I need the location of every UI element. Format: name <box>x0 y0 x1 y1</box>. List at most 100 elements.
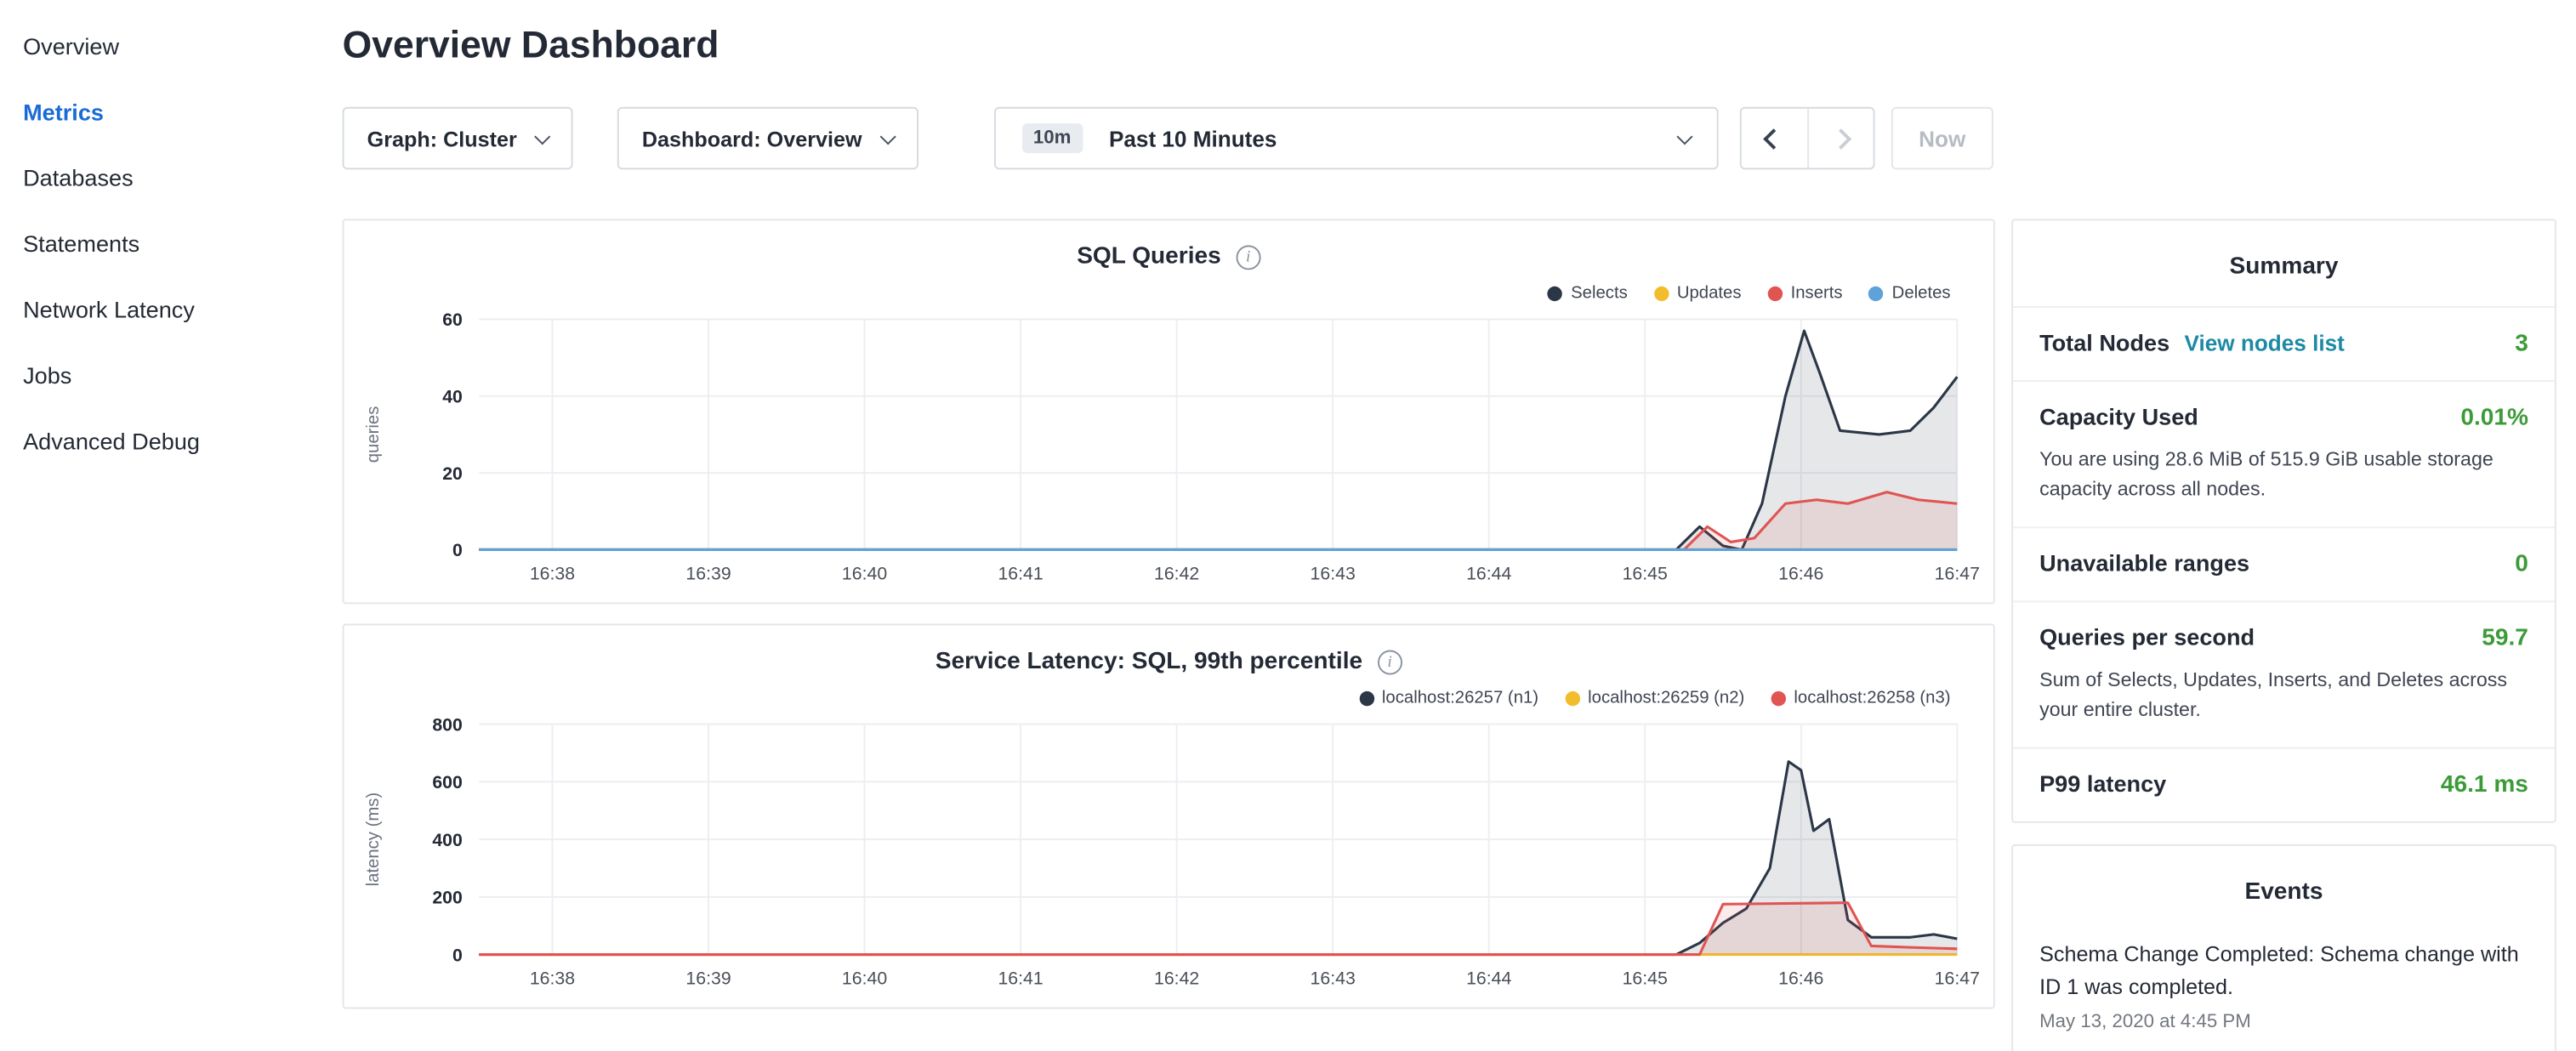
unavailable-ranges-label: Unavailable ranges <box>2039 549 2249 576</box>
summary-row-queries-per-second: Queries per second 59.7 Sum of Selects, … <box>2013 600 2555 747</box>
legend-item[interactable]: localhost:26259 (n2) <box>1565 688 1744 707</box>
event-text: Schema Change Completed: Schema change w… <box>2039 938 2528 1004</box>
legend-dot <box>1771 690 1785 705</box>
summary-row-unavailable-ranges: Unavailable ranges 0 <box>2013 526 2555 600</box>
sql-queries-chart-panel: SQL Queries i SelectsUpdatesInsertsDelet… <box>343 219 1995 604</box>
charts-column: SQL Queries i SelectsUpdatesInsertsDelet… <box>343 219 1995 1008</box>
queries-per-second-description: Sum of Selects, Updates, Inserts, and De… <box>2039 665 2528 724</box>
svg-text:16:41: 16:41 <box>998 968 1043 988</box>
view-nodes-list-link[interactable]: View nodes list <box>2185 331 2345 355</box>
legend-label: Deletes <box>1892 283 1951 303</box>
sidebar-item-overview[interactable]: Overview <box>0 13 316 78</box>
svg-text:16:44: 16:44 <box>1466 968 1511 988</box>
chart-title: Service Latency: SQL, 99th percentile <box>935 649 1362 675</box>
legend-label: Updates <box>1677 283 1742 303</box>
svg-text:16:47: 16:47 <box>1935 968 1980 988</box>
legend-item[interactable]: Deletes <box>1869 283 1951 303</box>
legend-label: localhost:26257 (n1) <box>1382 688 1538 707</box>
event-timestamp: May 13, 2020 at 4:45 PM <box>2039 1013 2528 1032</box>
time-window-dropdown[interactable]: 10m Past 10 Minutes <box>993 107 1718 170</box>
svg-text:60: 60 <box>442 310 463 330</box>
sidebar-item-databases[interactable]: Databases <box>0 145 316 210</box>
svg-text:16:44: 16:44 <box>1466 563 1511 583</box>
legend-item[interactable]: Selects <box>1548 283 1628 303</box>
service-latency-chart-panel: Service Latency: SQL, 99th percentile i … <box>343 624 1995 1009</box>
svg-text:200: 200 <box>432 888 463 908</box>
sql-queries-chart[interactable]: 020406016:3816:3916:4016:4116:4216:4316:… <box>357 303 1980 599</box>
summary-row-capacity-used: Capacity Used 0.01% You are using 28.6 M… <box>2013 380 2555 526</box>
legend-dot <box>1654 286 1669 300</box>
svg-text:16:38: 16:38 <box>530 563 575 583</box>
controls-bar: Graph: Cluster Dashboard: Overview 10m P… <box>343 107 1995 170</box>
event-item[interactable]: Schema Change Completed: Schema change w… <box>2013 931 2555 1051</box>
now-button[interactable]: Now <box>1891 107 1993 170</box>
legend-dot <box>1548 286 1562 300</box>
events-panel: Events Schema Change Completed: Schema c… <box>2011 844 2556 1051</box>
app-root: Overview Metrics Databases Statements Ne… <box>0 0 2576 1051</box>
right-column: Summary Total Nodes View nodes list 3 Ca… <box>2011 219 2556 1051</box>
summary-row-total-nodes: Total Nodes View nodes list 3 <box>2013 306 2555 380</box>
time-step-buttons <box>1739 107 1874 170</box>
svg-text:16:45: 16:45 <box>1623 563 1668 583</box>
time-step-forward-button[interactable] <box>1807 109 1873 168</box>
chevron-down-icon <box>1676 128 1692 144</box>
capacity-used-description: You are using 28.6 MiB of 515.9 GiB usab… <box>2039 445 2528 504</box>
svg-text:600: 600 <box>432 772 463 793</box>
svg-text:16:47: 16:47 <box>1935 563 1980 583</box>
svg-text:16:46: 16:46 <box>1778 968 1823 988</box>
svg-text:16:40: 16:40 <box>842 968 887 988</box>
legend-label: localhost:26259 (n2) <box>1588 688 1744 707</box>
svg-text:16:39: 16:39 <box>685 968 731 988</box>
legend-item[interactable]: localhost:26258 (n3) <box>1771 688 1950 707</box>
chart-legend: localhost:26257 (n1) localhost:26259 (n2)… <box>357 688 1951 707</box>
capacity-used-value: 0.01% <box>2460 405 2528 431</box>
chevron-right-icon <box>1830 128 1851 149</box>
sidebar-item-network-latency[interactable]: Network Latency <box>0 276 316 342</box>
graph-selector-dropdown[interactable]: Graph: Cluster <box>343 107 573 170</box>
svg-text:40: 40 <box>442 387 463 407</box>
page-title: Overview Dashboard <box>343 23 1995 67</box>
dashboard-selector-dropdown[interactable]: Dashboard: Overview <box>617 107 918 170</box>
summary-row-p99-latency: P99 latency 46.1 ms <box>2013 747 2555 821</box>
chevron-left-icon <box>1764 128 1785 149</box>
legend-label: localhost:26258 (n3) <box>1794 688 1950 707</box>
main-content: Overview Dashboard Graph: Cluster Dashbo… <box>343 0 1995 1008</box>
legend-item[interactable]: localhost:26257 (n1) <box>1359 688 1538 707</box>
chart-legend: Selects Updates Inserts Deletes <box>357 283 1951 303</box>
sidebar-item-metrics[interactable]: Metrics <box>0 79 316 145</box>
time-step-back-button[interactable] <box>1741 109 1806 168</box>
svg-text:400: 400 <box>432 830 463 850</box>
unavailable-ranges-value: 0 <box>2515 551 2528 577</box>
sidebar-item-jobs[interactable]: Jobs <box>0 343 316 408</box>
sidebar-item-advanced-debug[interactable]: Advanced Debug <box>0 408 316 474</box>
sidebar-item-statements[interactable]: Statements <box>0 211 316 276</box>
queries-per-second-value: 59.7 <box>2482 625 2528 651</box>
info-icon[interactable]: i <box>1236 244 1260 269</box>
total-nodes-label: Total Nodes <box>2039 329 2169 355</box>
p99-latency-value: 46.1 ms <box>2441 772 2528 798</box>
total-nodes-value: 3 <box>2515 331 2528 357</box>
p99-latency-label: P99 latency <box>2039 770 2166 797</box>
legend-label: Inserts <box>1791 283 1843 303</box>
sidebar: Overview Metrics Databases Statements Ne… <box>0 0 316 1051</box>
legend-item[interactable]: Inserts <box>1767 283 1842 303</box>
dashboard-selector-label: Dashboard: Overview <box>642 126 862 151</box>
svg-text:800: 800 <box>432 714 463 735</box>
graph-selector-label: Graph: Cluster <box>367 126 517 151</box>
capacity-used-label: Capacity Used <box>2039 403 2198 429</box>
svg-text:16:43: 16:43 <box>1311 563 1356 583</box>
svg-text:16:38: 16:38 <box>530 968 575 988</box>
info-icon[interactable]: i <box>1378 650 1402 674</box>
svg-text:16:46: 16:46 <box>1778 563 1823 583</box>
legend-dot <box>1869 286 1884 300</box>
queries-per-second-label: Queries per second <box>2039 624 2255 650</box>
chevron-down-icon <box>534 128 550 144</box>
svg-text:16:42: 16:42 <box>1154 563 1199 583</box>
events-title: Events <box>2013 846 2555 932</box>
svg-text:16:45: 16:45 <box>1623 968 1668 988</box>
service-latency-chart[interactable]: 020040060080016:3816:3916:4016:4116:4216… <box>357 707 1980 1003</box>
summary-panel: Summary Total Nodes View nodes list 3 Ca… <box>2011 219 2556 822</box>
legend-item[interactable]: Updates <box>1654 283 1742 303</box>
svg-text:queries: queries <box>364 406 383 463</box>
svg-text:16:42: 16:42 <box>1154 968 1199 988</box>
